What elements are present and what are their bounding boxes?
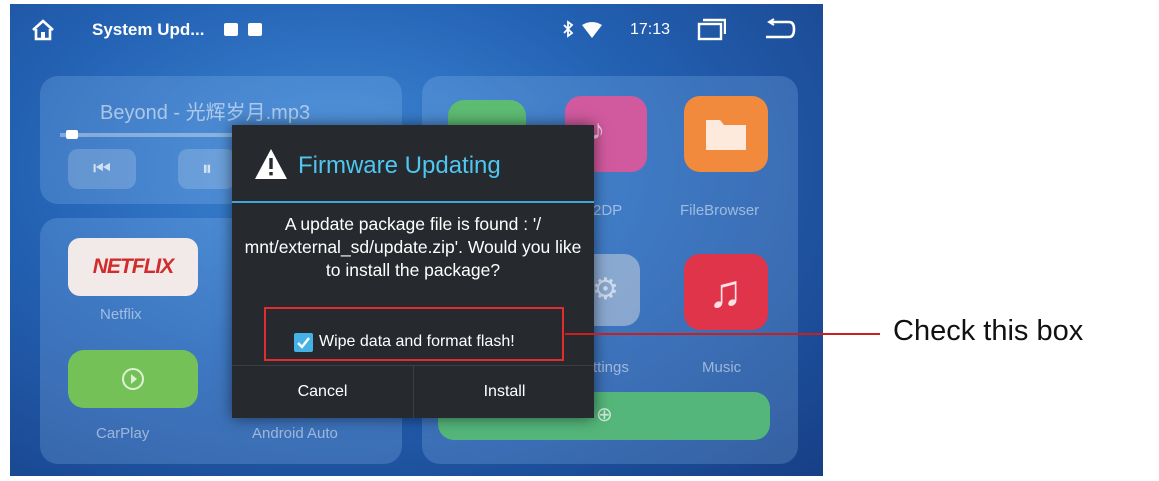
folder-icon (706, 120, 746, 150)
car-head-unit-screen: System Upd... 17:13 Beyond - 光辉岁月.mp3 ⏮ … (10, 4, 823, 476)
wifi-icon (582, 22, 602, 38)
back-icon[interactable] (762, 18, 796, 42)
image-icon (248, 23, 262, 36)
status-bar: System Upd... 17:13 (10, 4, 823, 54)
bluetooth-icon (563, 20, 574, 38)
warning-icon (255, 149, 287, 179)
filebrowser-tile[interactable] (684, 96, 768, 172)
music-label: Music (702, 359, 742, 376)
pause-icon[interactable]: ⏸ (178, 149, 236, 189)
carplay-tile[interactable] (68, 350, 198, 408)
home-icon[interactable] (30, 18, 56, 42)
sd-card-icon (224, 23, 238, 36)
netflix-label: Netflix (100, 306, 142, 323)
install-button[interactable]: Install (414, 365, 595, 418)
callout-text: Check this box (893, 315, 1084, 347)
checkbox-highlight-box (264, 307, 564, 361)
callout-line (565, 333, 880, 335)
previous-icon[interactable]: ⏮ (68, 149, 136, 189)
track-title: Beyond - 光辉岁月.mp3 (100, 102, 311, 124)
music-note-icon: ♫ (708, 265, 743, 317)
status-time: 17:13 (630, 21, 671, 38)
firmware-update-dialog: Firmware Updating A update package file … (232, 125, 594, 418)
music-tile[interactable]: ♫ (684, 254, 768, 330)
carplay-label: CarPlay (96, 425, 150, 442)
dialog-divider (232, 201, 594, 203)
recent-apps-icon[interactable] (696, 18, 726, 42)
dialog-message: A update package file is found : '/ mnt/… (244, 214, 582, 280)
carplay-icon (122, 368, 144, 390)
enter-icon: ⊕ (596, 404, 613, 426)
cancel-button[interactable]: Cancel (232, 365, 413, 418)
android-auto-label: Android Auto (252, 425, 338, 442)
settings-label: ttings (593, 359, 629, 376)
filebrowser-label: FileBrowser (680, 202, 760, 219)
status-title: System Upd... (92, 20, 205, 39)
gear-icon: ⚙ (592, 273, 619, 306)
netflix-logo[interactable]: NETFLIX (68, 238, 198, 296)
a2dp-label: 2DP (593, 202, 623, 219)
dialog-title: Firmware Updating (298, 152, 501, 179)
seek-knob[interactable] (66, 130, 78, 139)
seek-bar[interactable] (60, 130, 245, 139)
